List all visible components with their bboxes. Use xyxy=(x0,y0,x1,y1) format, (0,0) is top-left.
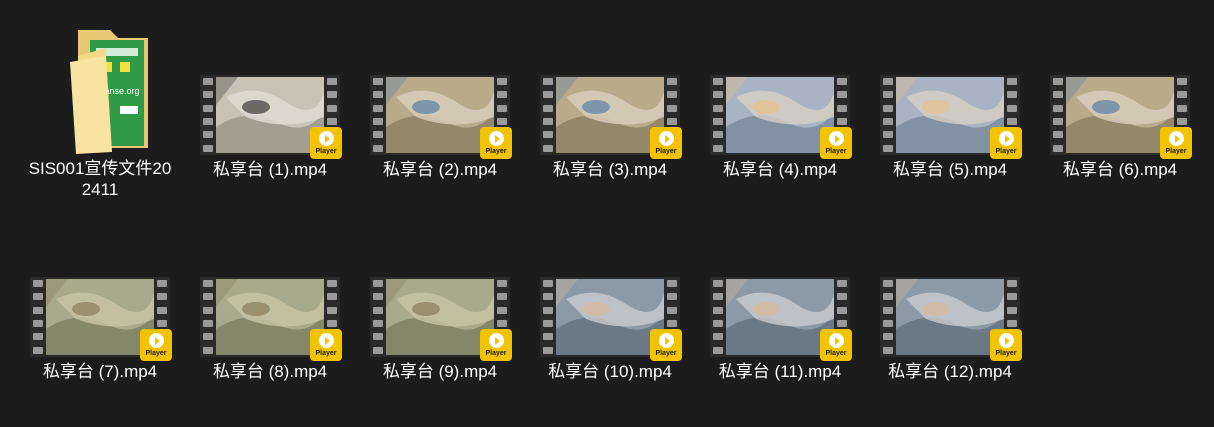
video-thumbnail: Player xyxy=(370,75,512,159)
video-file-item[interactable]: Player 私享台 (10).mp4 xyxy=(535,277,685,427)
player-badge-icon: Player xyxy=(990,329,1022,361)
video-file-label: 私享台 (11).mp4 xyxy=(718,362,842,381)
video-thumbnail: Player xyxy=(880,277,1022,361)
video-thumbnail: Player xyxy=(710,75,852,159)
video-thumbnail: Player xyxy=(370,277,512,361)
video-file-item[interactable]: Player 私享台 (2).mp4 xyxy=(365,75,515,225)
video-file-label: 私享台 (8).mp4 xyxy=(212,362,328,381)
video-file-item[interactable]: Player 私享台 (11).mp4 xyxy=(705,277,855,427)
video-file-item[interactable]: Player 私享台 (5).mp4 xyxy=(875,75,1025,225)
player-badge-icon: Player xyxy=(1160,127,1192,159)
video-file-label: 私享台 (5).mp4 xyxy=(892,160,1008,179)
play-icon xyxy=(658,131,674,146)
player-badge-label: Player xyxy=(485,148,507,155)
player-badge-label: Player xyxy=(655,350,677,357)
play-icon xyxy=(828,333,844,348)
folder-label: SIS001宣传文件202411 xyxy=(28,159,172,199)
video-file-item[interactable]: Player 私享台 (12).mp4 xyxy=(875,277,1025,427)
video-file-label: 私享台 (9).mp4 xyxy=(382,362,498,381)
video-file-item[interactable]: Player 私享台 (9).mp4 xyxy=(365,277,515,427)
folder-item[interactable]: wanse.org SIS001宣传文件202411 xyxy=(25,26,175,199)
video-thumbnail: Player xyxy=(540,75,682,159)
player-badge-label: Player xyxy=(995,350,1017,357)
video-thumbnail: Player xyxy=(710,277,852,361)
play-icon xyxy=(998,333,1014,348)
player-badge-label: Player xyxy=(995,148,1017,155)
player-badge-icon: Player xyxy=(990,127,1022,159)
video-file-item[interactable]: Player 私享台 (7).mp4 xyxy=(25,277,175,427)
play-icon xyxy=(998,131,1014,146)
player-badge-label: Player xyxy=(825,148,847,155)
play-icon xyxy=(148,333,164,348)
video-file-label: 私享台 (1).mp4 xyxy=(212,160,328,179)
play-icon xyxy=(1168,131,1184,146)
player-badge-icon: Player xyxy=(310,127,342,159)
video-file-item[interactable]: Player 私享台 (4).mp4 xyxy=(705,75,855,225)
player-badge-icon: Player xyxy=(480,127,512,159)
player-badge-icon: Player xyxy=(480,329,512,361)
player-badge-label: Player xyxy=(655,148,677,155)
play-icon xyxy=(488,333,504,348)
video-file-label: 私享台 (3).mp4 xyxy=(552,160,668,179)
play-icon xyxy=(658,333,674,348)
video-thumbnail: Player xyxy=(540,277,682,361)
video-file-label: 私享台 (12).mp4 xyxy=(888,362,1012,381)
video-file-item[interactable]: Player 私享台 (1).mp4 xyxy=(195,75,345,225)
player-badge-icon: Player xyxy=(820,329,852,361)
video-file-label: 私享台 (2).mp4 xyxy=(382,160,498,179)
video-file-label: 私享台 (10).mp4 xyxy=(548,362,672,381)
video-thumbnail: Player xyxy=(30,277,172,361)
video-file-label: 私享台 (6).mp4 xyxy=(1062,160,1178,179)
player-badge-label: Player xyxy=(1165,148,1187,155)
video-thumbnail: Player xyxy=(200,75,342,159)
video-file-item[interactable]: Player 私享台 (3).mp4 xyxy=(535,75,685,225)
player-badge-label: Player xyxy=(825,350,847,357)
play-icon xyxy=(318,333,334,348)
video-file-item[interactable]: Player 私享台 (8).mp4 xyxy=(195,277,345,427)
player-badge-label: Player xyxy=(145,350,167,357)
play-icon xyxy=(318,131,334,146)
player-badge-icon: Player xyxy=(650,329,682,361)
video-file-label: 私享台 (7).mp4 xyxy=(42,362,158,381)
player-badge-label: Player xyxy=(315,148,337,155)
video-file-item[interactable]: Player 私享台 (6).mp4 xyxy=(1045,75,1195,225)
player-badge-label: Player xyxy=(315,350,337,357)
player-badge-label: Player xyxy=(485,350,507,357)
player-badge-icon: Player xyxy=(310,329,342,361)
player-badge-icon: Player xyxy=(820,127,852,159)
player-badge-icon: Player xyxy=(140,329,172,361)
video-thumbnail: Player xyxy=(200,277,342,361)
play-icon xyxy=(828,131,844,146)
video-thumbnail: Player xyxy=(880,75,1022,159)
video-file-label: 私享台 (4).mp4 xyxy=(722,160,838,179)
video-thumbnail: Player xyxy=(1050,75,1192,159)
folder-icon: wanse.org xyxy=(50,26,150,156)
player-badge-icon: Player xyxy=(650,127,682,159)
play-icon xyxy=(488,131,504,146)
